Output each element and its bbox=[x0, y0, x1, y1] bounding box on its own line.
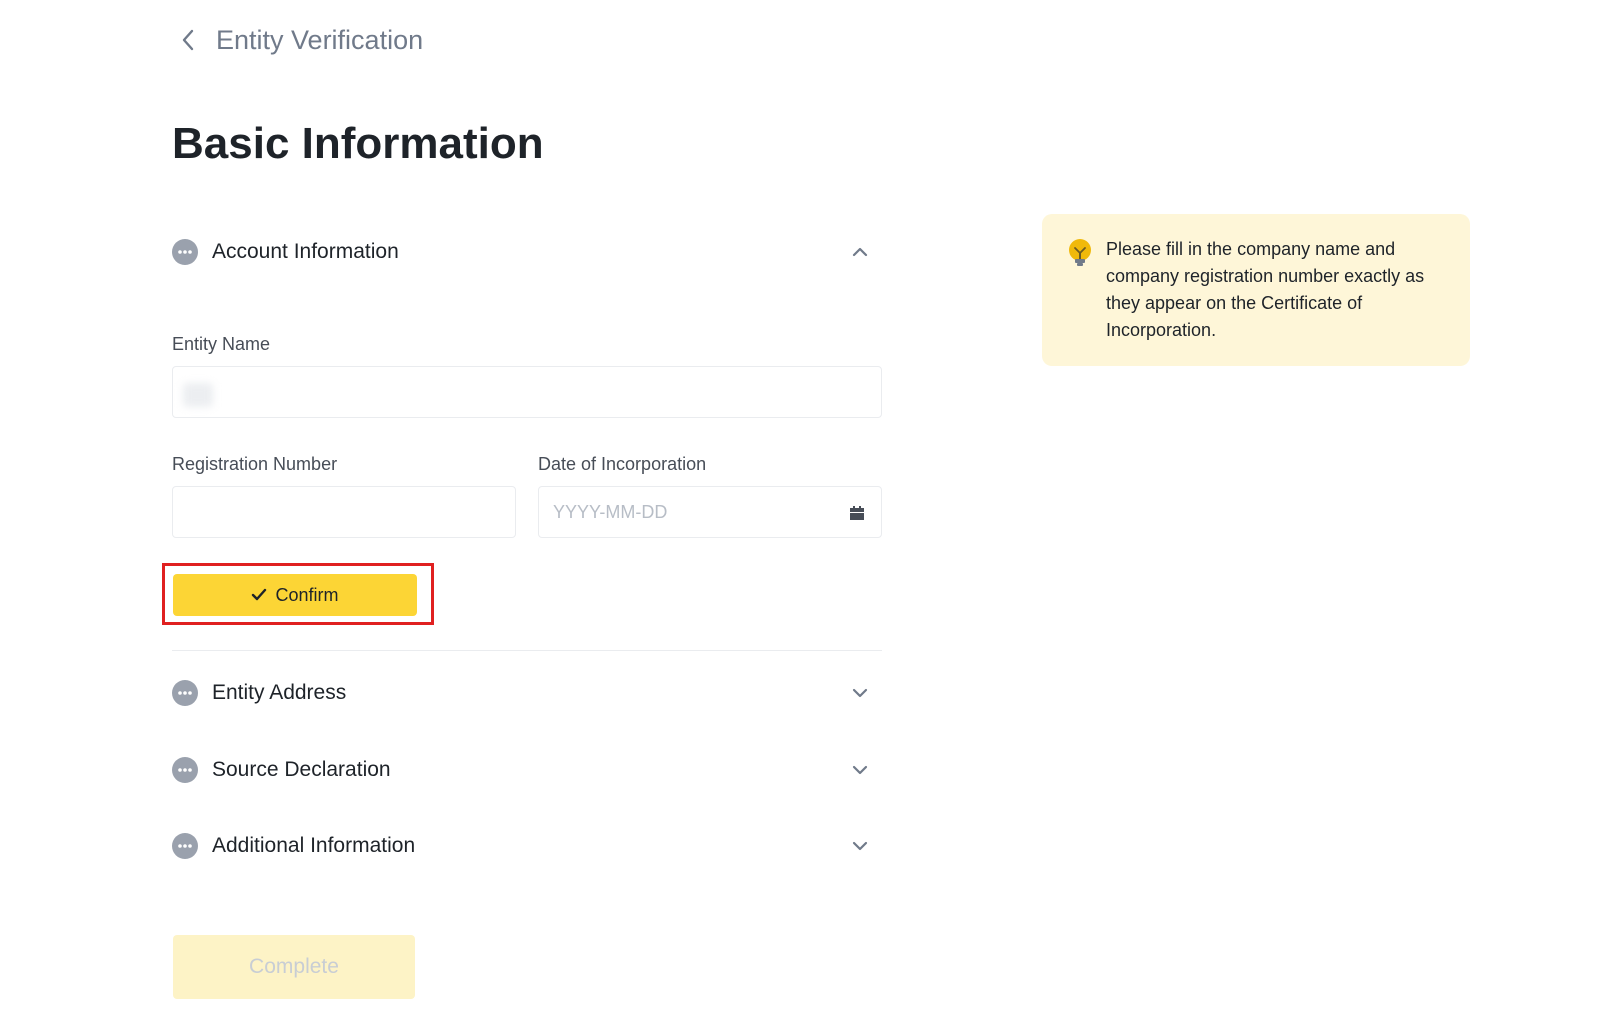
chevron-down-icon bbox=[850, 760, 870, 780]
divider bbox=[172, 650, 882, 651]
entity-name-input[interactable] bbox=[172, 366, 882, 418]
confirm-button-label: Confirm bbox=[275, 584, 339, 605]
tip-text: Please fill in the company name and comp… bbox=[1106, 239, 1425, 340]
ellipsis-circle-icon bbox=[172, 833, 198, 859]
section-entity-address[interactable]: Entity Address bbox=[172, 673, 882, 713]
registration-number-input[interactable] bbox=[172, 486, 516, 538]
confirm-button[interactable]: Confirm bbox=[173, 574, 417, 616]
ellipsis-circle-icon bbox=[172, 680, 198, 706]
section-label: Additional Information bbox=[212, 834, 416, 857]
complete-button[interactable]: Complete bbox=[173, 935, 415, 999]
chevron-down-icon bbox=[850, 836, 870, 856]
ellipsis-circle-icon bbox=[172, 239, 198, 265]
lightbulb-icon bbox=[1066, 238, 1094, 270]
redacted-value bbox=[183, 383, 213, 407]
section-label: Source Declaration bbox=[212, 758, 391, 781]
page-title: Basic Information bbox=[172, 119, 544, 168]
section-source-declaration[interactable]: Source Declaration bbox=[172, 750, 882, 790]
registration-number-label: Registration Number bbox=[172, 454, 338, 474]
section-label: Entity Address bbox=[212, 681, 347, 704]
section-additional-information[interactable]: Additional Information bbox=[172, 826, 882, 866]
ellipsis-circle-icon bbox=[172, 757, 198, 783]
entity-name-label: Entity Name bbox=[172, 334, 271, 354]
section-account-information[interactable]: Account Information bbox=[172, 232, 882, 272]
checkmark-icon bbox=[251, 588, 267, 602]
page-header-title: Entity Verification bbox=[216, 25, 424, 55]
chevron-down-icon bbox=[850, 683, 870, 703]
date-of-incorporation-input[interactable] bbox=[538, 486, 882, 538]
calendar-icon[interactable] bbox=[848, 504, 866, 522]
back-button[interactable] bbox=[172, 24, 204, 56]
date-of-incorporation-label: Date of Incorporation bbox=[538, 454, 707, 474]
chevron-left-icon bbox=[182, 29, 194, 51]
chevron-up-icon bbox=[850, 242, 870, 262]
section-label: Account Information bbox=[212, 240, 399, 263]
